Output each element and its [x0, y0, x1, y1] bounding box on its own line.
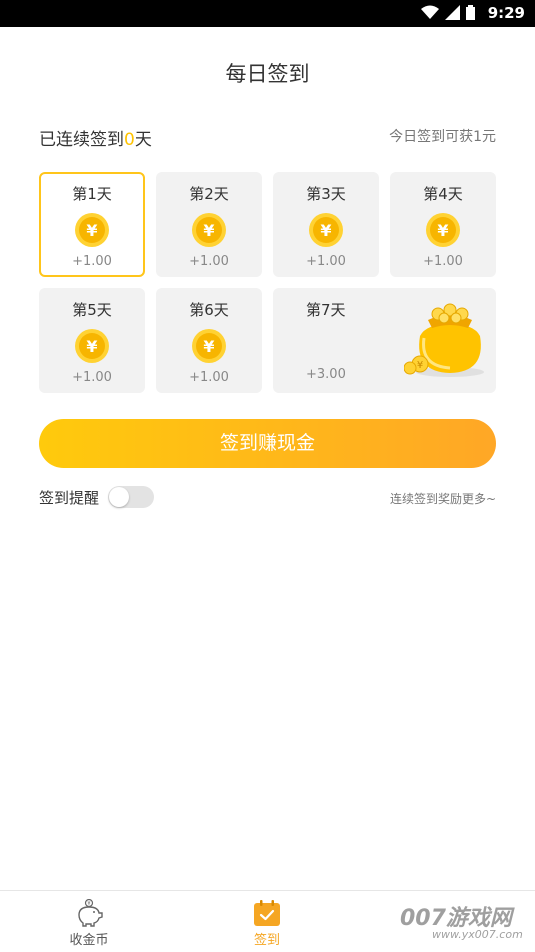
day-card-6[interactable]: 第6天 ¥ +1.00 [156, 288, 262, 393]
streak-text: 已连续签到0天 [39, 125, 152, 150]
coin-icon: ¥ [75, 329, 109, 363]
page-title: 每日签到 [225, 62, 310, 86]
tab-checkin[interactable]: 签到 [207, 891, 327, 952]
svg-text:¥: ¥ [86, 337, 97, 356]
coin-icon: ¥ [426, 213, 460, 247]
watermark-url: www.yx007.com [432, 928, 523, 941]
day-label: 第3天 [306, 185, 346, 203]
toggle-knob [109, 487, 129, 507]
day-card-5[interactable]: 第5天 ¥ +1.00 [39, 288, 145, 393]
day-amount: +1.00 [189, 370, 229, 385]
day-label: 第1天 [72, 185, 112, 203]
reward-note: 今日签到可获1元 [389, 129, 496, 145]
day-amount: +1.00 [306, 254, 346, 269]
day-amount: +1.00 [72, 254, 112, 269]
reminder-label: 签到提醒 [39, 489, 100, 507]
watermark: 007游戏网 www.yx007.com [400, 900, 523, 941]
day-card-1[interactable]: 第1天 ¥ +1.00 [39, 172, 145, 277]
streak-suffix: 天 [134, 130, 152, 150]
streak-count: 0 [124, 130, 135, 150]
money-bag-icon: ¥ [404, 303, 484, 377]
svg-text:¥: ¥ [203, 337, 214, 356]
day-card-3[interactable]: 第3天 ¥ +1.00 [273, 172, 379, 277]
coin-icon: ¥ [309, 213, 343, 247]
day-card-2[interactable]: 第2天 ¥ +1.00 [156, 172, 262, 277]
day-label: 第7天 [306, 301, 346, 319]
tab-label: 签到 [253, 933, 280, 948]
coin-icon: ¥ [192, 329, 226, 363]
day-label: 第4天 [423, 185, 463, 203]
day-amount: +1.00 [423, 254, 463, 269]
svg-text:¥: ¥ [320, 221, 331, 240]
svg-text:¥: ¥ [87, 901, 90, 907]
day-label: 第6天 [189, 301, 229, 319]
svg-text:¥: ¥ [203, 221, 214, 240]
coin-icon: ¥ [75, 213, 109, 247]
day-amount: +3.00 [306, 367, 346, 382]
day-label: 第2天 [189, 185, 229, 203]
day-amount: +1.00 [72, 370, 112, 385]
tab-label: 收金币 [69, 933, 109, 948]
calendar-check-icon [254, 900, 280, 926]
day-card-7[interactable]: 第7天 +3.00 ¥ [273, 288, 496, 393]
wifi-icon [421, 5, 439, 19]
signal-icon [445, 5, 460, 20]
status-icons [421, 5, 475, 20]
status-bar: 9:29 [0, 0, 535, 27]
svg-text:¥: ¥ [86, 221, 97, 240]
day-amount: +1.00 [189, 254, 229, 269]
status-time: 9:29 [487, 4, 525, 22]
streak-prefix: 已连续签到 [39, 130, 124, 150]
coin-icon: ¥ [192, 213, 226, 247]
svg-text:¥: ¥ [437, 221, 448, 240]
battery-icon [466, 5, 475, 20]
more-rewards-note: 连续签到奖励更多~ [389, 492, 496, 506]
svg-text:¥: ¥ [417, 360, 423, 371]
reminder-toggle[interactable] [108, 486, 154, 508]
day-label: 第5天 [72, 301, 112, 319]
tab-collect-coins[interactable]: ¥ 收金币 [29, 891, 149, 952]
piggy-bank-icon: ¥ [78, 899, 103, 927]
day-card-4[interactable]: 第4天 ¥ +1.00 [390, 172, 496, 277]
checkin-button[interactable]: 签到赚现金 [39, 419, 496, 468]
